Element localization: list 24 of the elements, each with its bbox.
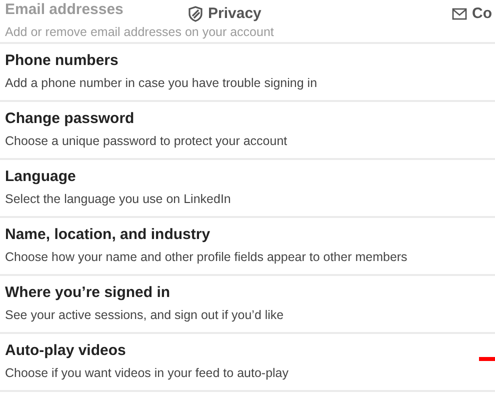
setting-description: Add a phone number in case you have trouble signing in [5, 75, 318, 92]
setting-description: Select the language you use on LinkedIn [5, 191, 231, 208]
settings-row[interactable]: Change password Choose a unique password to protect your account [0, 102, 495, 160]
setting-title: Language [5, 167, 76, 187]
setting-description: Choose if you want videos in your feed to auto-play [5, 365, 289, 382]
shield-icon [188, 6, 203, 22]
settings-row[interactable]: Where you’re signed in See your active sessions, and sign out if you’d like [0, 276, 495, 334]
setting-title: Change password [5, 109, 134, 129]
setting-description: See your active sessions, and sign out if you’d like [5, 307, 284, 324]
tab[interactable]: Co [452, 3, 492, 26]
settings-row[interactable]: Language Select the language you use on LinkedIn [0, 160, 495, 218]
settings-row[interactable]: Phone numbers Add a phone number in case you have trouble signing in [0, 44, 495, 102]
settings-row[interactable]: Name, location, and industry Choose how your name and other profile fields appear to other members [0, 218, 495, 276]
mail-icon [452, 8, 467, 20]
setting-title: Phone numbers [5, 51, 118, 71]
setting-title: Email addresses [5, 0, 124, 20]
setting-description: Choose a unique password to protect your account [5, 133, 288, 150]
setting-title: Name, location, and industry [5, 225, 210, 245]
setting-description: Add or remove email addresses on your account [5, 24, 274, 41]
setting-title: Auto-play videos [5, 341, 126, 361]
setting-description: Choose how your name and other profile fields appear to other members [5, 249, 408, 266]
tab[interactable]: Privacy [188, 3, 262, 26]
setting-title: Where you’re signed in [5, 283, 170, 303]
settings-row[interactable]: Auto-play videos Choose if you want videos in your feed to auto-play [0, 334, 495, 392]
